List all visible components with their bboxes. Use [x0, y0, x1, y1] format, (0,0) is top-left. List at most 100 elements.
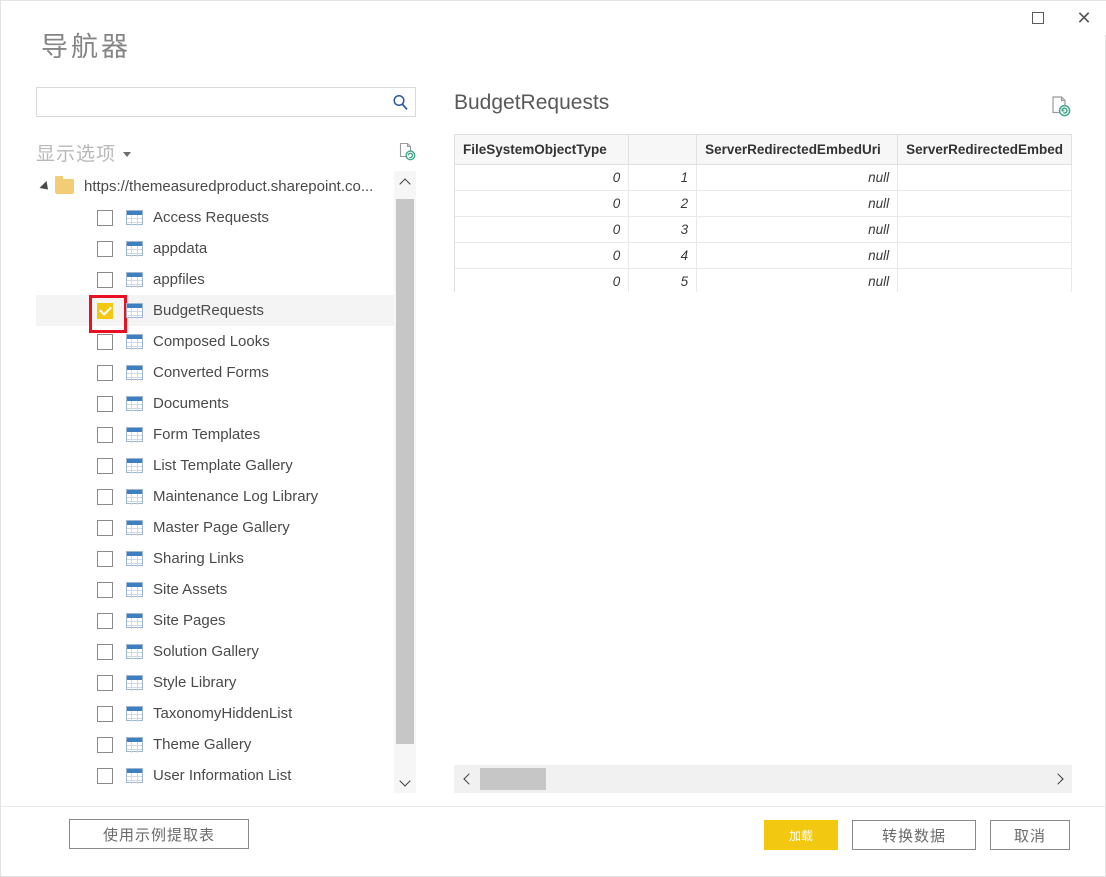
tree-item-label: Master Page Gallery — [153, 519, 290, 536]
tree-item[interactable]: BudgetRequests — [36, 295, 394, 326]
load-button[interactable]: 加载 — [764, 820, 838, 850]
tree-item[interactable]: Converted Forms — [36, 357, 394, 388]
checkbox-wrapper — [97, 210, 113, 226]
checkbox-wrapper — [97, 241, 113, 257]
tree-item-label: Maintenance Log Library — [153, 488, 318, 505]
tree-item[interactable]: appdata — [36, 233, 394, 264]
item-checkbox[interactable] — [97, 241, 113, 257]
chevron-down-icon[interactable] — [123, 152, 131, 157]
tree-item[interactable]: Maintenance Log Library — [36, 481, 394, 512]
item-checkbox[interactable] — [97, 365, 113, 381]
checkbox-wrapper — [97, 365, 113, 381]
table-icon — [126, 644, 143, 659]
item-checkbox[interactable] — [97, 520, 113, 536]
item-checkbox[interactable] — [97, 458, 113, 474]
display-options-label[interactable]: 显示选项 — [36, 139, 116, 166]
close-button[interactable]: ✕ — [1061, 1, 1106, 35]
table-row: 03null — [455, 216, 1072, 242]
cancel-button[interactable]: 取消 — [990, 820, 1070, 850]
table-icon — [126, 706, 143, 721]
footer-actions: 加载 转换数据 取消 — [764, 820, 1070, 850]
table-row: 01null — [455, 164, 1072, 190]
item-checkbox[interactable] — [97, 675, 113, 691]
scroll-right-button[interactable] — [1046, 765, 1072, 793]
chevron-right-icon — [1052, 773, 1063, 784]
tree-item[interactable]: Documents — [36, 388, 394, 419]
column-header[interactable] — [629, 135, 697, 164]
table-cell — [898, 242, 1072, 268]
item-checkbox[interactable] — [97, 210, 113, 226]
expand-triangle-icon[interactable] — [39, 180, 51, 192]
tree-item[interactable]: appfiles — [36, 264, 394, 295]
search-input[interactable] — [37, 89, 385, 115]
item-checkbox[interactable] — [97, 489, 113, 505]
tree-item[interactable]: Site Assets — [36, 574, 394, 605]
item-checkbox[interactable] — [97, 334, 113, 350]
checkbox-wrapper — [97, 520, 113, 536]
tree-item-label: Form Templates — [153, 426, 260, 443]
item-checkbox[interactable] — [97, 272, 113, 288]
column-header[interactable]: ServerRedirectedEmbedUri — [697, 135, 898, 164]
tree-item-label: User Information List — [153, 767, 291, 784]
tree-item[interactable]: Style Library — [36, 667, 394, 698]
item-checkbox[interactable] — [97, 737, 113, 753]
extract-table-using-examples-button[interactable]: 使用示例提取表 — [69, 819, 249, 849]
table-icon — [126, 272, 143, 287]
preview-title: BudgetRequests — [454, 91, 609, 115]
checkbox-wrapper — [97, 396, 113, 412]
table-icon — [126, 675, 143, 690]
tree-item[interactable]: Solution Gallery — [36, 636, 394, 667]
scroll-left-button[interactable] — [454, 765, 480, 793]
table-icon — [126, 334, 143, 349]
search-icon[interactable] — [385, 88, 415, 116]
item-checkbox[interactable] — [97, 303, 113, 319]
item-checkbox[interactable] — [97, 613, 113, 629]
scrollbar-thumb[interactable] — [396, 199, 414, 744]
scrollbar-track[interactable] — [480, 765, 1046, 793]
checkbox-wrapper — [97, 551, 113, 567]
item-checkbox[interactable] — [97, 706, 113, 722]
tree-item[interactable]: Composed Looks — [36, 326, 394, 357]
tree-item-label: Access Requests — [153, 209, 269, 226]
preview-horizontal-scrollbar[interactable] — [454, 765, 1072, 793]
tree-root-node[interactable]: https://themeasuredproduct.sharepoint.co… — [36, 171, 394, 202]
table-cell: 0 — [455, 242, 629, 268]
refresh-preview-icon[interactable] — [1046, 93, 1074, 119]
transform-data-button[interactable]: 转换数据 — [852, 820, 976, 850]
item-checkbox[interactable] — [97, 551, 113, 567]
column-header[interactable]: FileSystemObjectType — [455, 135, 629, 164]
table-cell: null — [697, 268, 898, 292]
tree-vertical-scrollbar[interactable] — [394, 171, 416, 793]
checkbox-wrapper — [97, 334, 113, 350]
table-row: 05null — [455, 268, 1072, 292]
tree-item[interactable]: List Template Gallery — [36, 450, 394, 481]
tree-item[interactable]: Site Pages — [36, 605, 394, 636]
scroll-down-button[interactable] — [394, 771, 416, 793]
scroll-up-button[interactable] — [394, 171, 416, 193]
table-cell: null — [697, 164, 898, 190]
tree-item[interactable]: Access Requests — [36, 202, 394, 233]
refresh-preview-icon[interactable] — [393, 139, 419, 163]
item-checkbox[interactable] — [97, 644, 113, 660]
item-checkbox[interactable] — [97, 582, 113, 598]
table-cell: null — [697, 190, 898, 216]
column-header[interactable]: ServerRedirectedEmbed — [898, 135, 1072, 164]
tree-item[interactable]: Theme Gallery — [36, 729, 394, 760]
table-cell: 0 — [455, 164, 629, 190]
search-box[interactable] — [36, 87, 416, 117]
scrollbar-thumb[interactable] — [480, 768, 546, 790]
item-checkbox[interactable] — [97, 768, 113, 784]
table-icon — [126, 551, 143, 566]
table-icon — [126, 582, 143, 597]
tree-item[interactable]: Form Templates — [36, 419, 394, 450]
tree-item[interactable]: TaxonomyHiddenList — [36, 698, 394, 729]
item-checkbox[interactable] — [97, 396, 113, 412]
table-icon — [126, 365, 143, 380]
maximize-button[interactable] — [1015, 1, 1061, 35]
tree-item[interactable]: User Information List — [36, 760, 394, 791]
item-checkbox[interactable] — [97, 427, 113, 443]
tree-item-label: BudgetRequests — [153, 302, 264, 319]
tree-item[interactable]: Master Page Gallery — [36, 512, 394, 543]
table-icon — [126, 458, 143, 473]
tree-item[interactable]: Sharing Links — [36, 543, 394, 574]
